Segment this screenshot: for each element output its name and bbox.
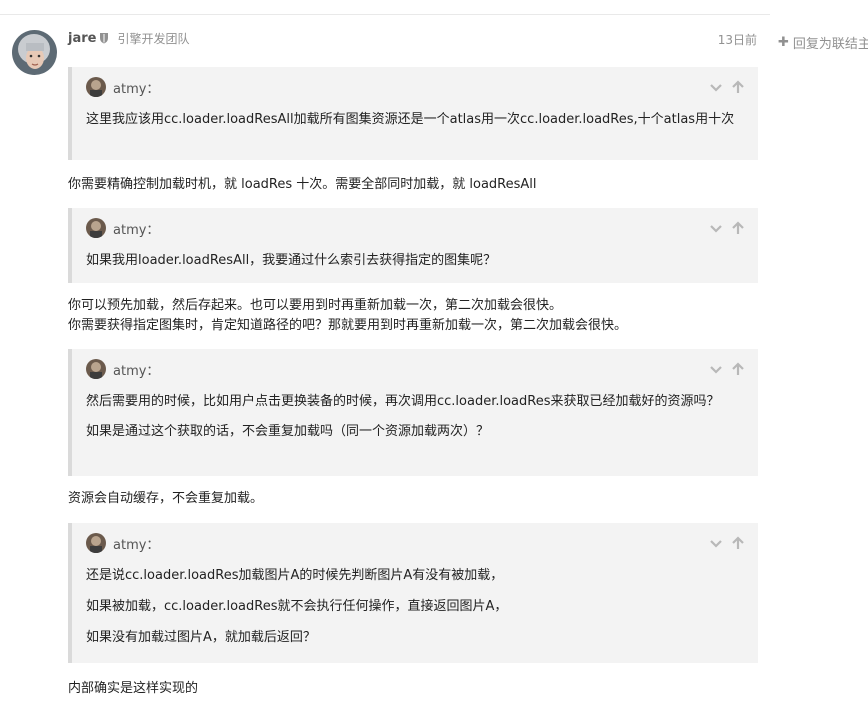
username[interactable]: jare [68,31,96,46]
plus-icon: ✚ [778,35,789,50]
quote-actions [702,79,746,95]
quote-actions [702,220,746,236]
reply-text: 你需要精确控制加载时机，就 loadRes 十次。需要全部同时加载，就 load… [68,177,537,192]
chevron-down-icon[interactable] [708,535,724,551]
arrow-up-icon[interactable] [730,361,746,377]
user-group[interactable]: 引擎开发团队 [117,30,189,47]
quote-avatar[interactable] [86,77,106,97]
quote-header: atmy： [86,523,746,563]
quote-text: 如果被加载，cc.loader.loadRes就不会执行任何操作，直接返回图片A… [86,599,508,614]
quote-text: 还是说cc.loader.loadRes加载图片A的时候先判断图片A有没有被加载… [86,568,504,583]
post-meta: jare 引擎开发团队 [68,30,189,46]
quote-header: atmy： [86,349,746,389]
reply-button[interactable]: ✚ 回复为联结主 [778,33,868,52]
reply-text: 内部确实是这样实现的 [68,681,199,696]
quote-header: atmy： [86,208,746,248]
quote-text: 如果我用loader.loadResAll，我要通过什么索引去获得指定的图集呢？ [86,253,497,268]
quote-text: 这里我应该用cc.loader.loadResAll加载所有图集资源还是一个at… [86,112,735,127]
quote-block: atmy： 还是说cc.loader.loadRes加载图片A的时候先判断图片A… [68,523,758,663]
reply-text: 你需要获得指定图集时，肯定知道路径的吧？那就要用到时再重新加载一次，第二次加载会… [68,318,628,333]
chevron-down-icon[interactable] [708,79,724,95]
quote-avatar[interactable] [86,533,106,553]
quote-block: atmy： 然后需要用的时候，比如用户点击更换装备的时候，再次调用cc.load… [68,349,758,476]
arrow-up-icon[interactable] [730,79,746,95]
quote-avatar[interactable] [86,218,106,238]
quote-username[interactable]: atmy： [113,219,159,238]
post-timestamp[interactable]: 13日前 [718,31,757,48]
quote-avatar[interactable] [86,359,106,379]
quote-header: atmy： [86,67,746,107]
quote-block: atmy： 如果我用loader.loadResAll，我要通过什么索引去获得指… [68,208,758,283]
arrow-up-icon[interactable] [730,220,746,236]
chevron-down-icon[interactable] [708,220,724,236]
chevron-down-icon[interactable] [708,361,724,377]
quote-text: 然后需要用的时候，比如用户点击更换装备的时候，再次调用cc.loader.loa… [86,394,720,409]
quote-username[interactable]: atmy： [113,78,159,97]
arrow-up-icon[interactable] [730,535,746,551]
shield-icon [99,32,109,44]
top-divider [0,14,770,15]
reply-label: 回复为联结主 [792,37,868,52]
quote-text: 如果没有加载过图片A，就加载后返回？ [86,630,316,645]
quote-username[interactable]: atmy： [113,360,159,379]
quote-text: 如果是通过这个获取的话，不会重复加载吗（同一个资源加载两次）？ [86,424,490,439]
quote-actions [702,361,746,377]
quote-username[interactable]: atmy： [113,534,159,553]
avatar[interactable] [12,30,57,75]
quote-block: atmy： 这里我应该用cc.loader.loadResAll加载所有图集资源… [68,67,758,160]
reply-text: 资源会自动缓存，不会重复加载。 [68,491,264,506]
quote-actions [702,535,746,551]
reply-text: 你可以预先加载，然后存起来。也可以要用到时再重新加载一次，第二次加载会很快。 [68,298,563,313]
